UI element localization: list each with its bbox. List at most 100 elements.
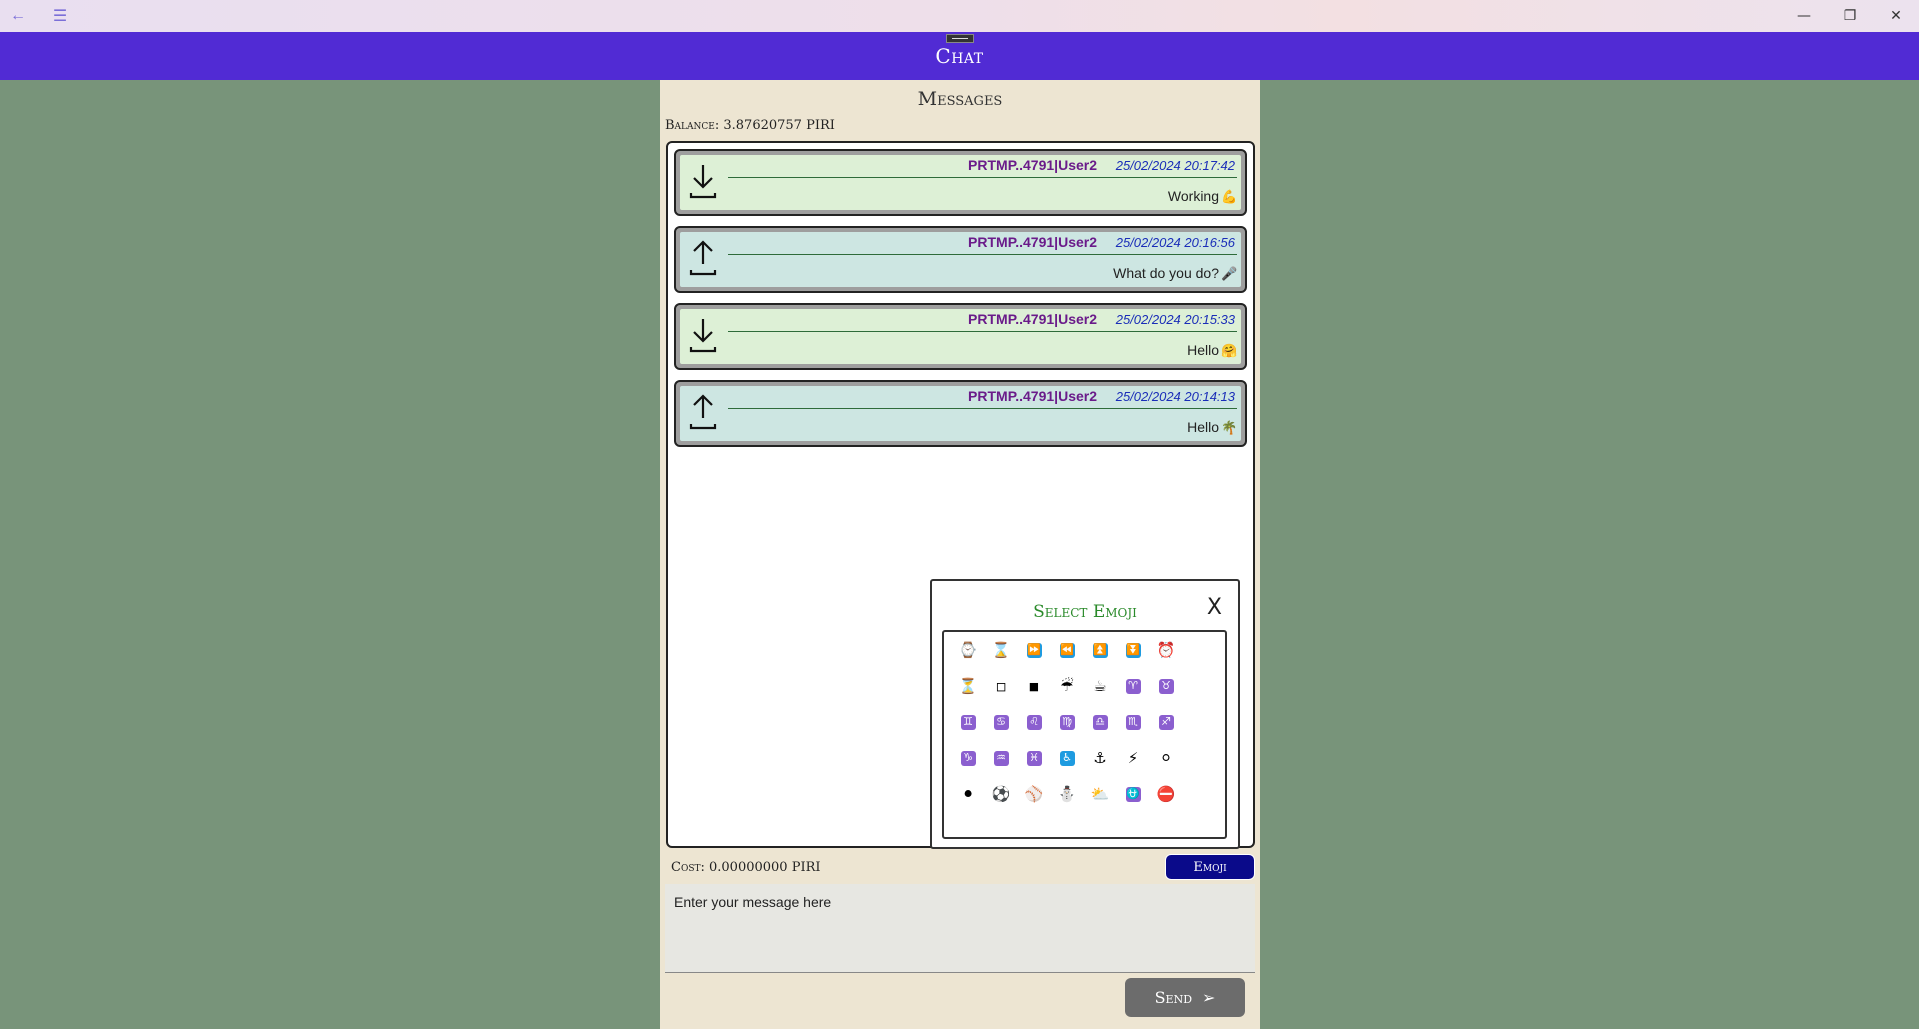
message-item: PRTMP..4791|User2 25/02/2024 20:14:13 He… <box>674 380 1247 447</box>
message-timestamp: 25/02/2024 20:15:33 <box>1115 312 1235 327</box>
emoji-option[interactable]: ♋ <box>988 709 1014 735</box>
emoji-option[interactable]: ♑ <box>955 745 981 771</box>
emoji-option[interactable]: ⏬ <box>1120 637 1146 663</box>
message-divider <box>728 408 1237 409</box>
message-item: PRTMP..4791|User2 25/02/2024 20:16:56 Wh… <box>674 226 1247 293</box>
message-input[interactable]: Enter your message here <box>665 884 1255 973</box>
message-emoji: 💪 <box>1221 189 1238 204</box>
message-text: What do you do? <box>1113 265 1219 281</box>
emoji-option[interactable]: ◽ <box>988 673 1014 699</box>
emoji-option[interactable]: ♍ <box>1054 709 1080 735</box>
emoji-option[interactable]: ⏫ <box>1087 637 1113 663</box>
emoji-option[interactable]: ⏪ <box>1054 637 1080 663</box>
emoji-glyph: ☕ <box>1093 678 1107 695</box>
message-timestamp: 25/02/2024 20:16:56 <box>1115 235 1235 250</box>
message-sender: PRTMP..4791|User2 <box>968 311 1097 327</box>
emoji-button[interactable]: Emoji <box>1165 854 1255 880</box>
message-divider <box>728 331 1237 332</box>
emoji-glyph: ♍ <box>1059 714 1075 730</box>
message-sender: PRTMP..4791|User2 <box>968 157 1097 173</box>
message-text: Hello <box>1187 342 1219 358</box>
emoji-picker-close-button[interactable]: X <box>1207 595 1222 620</box>
emoji-glyph: ⛄ <box>1057 786 1077 803</box>
emoji-option[interactable]: ⛔ <box>1153 781 1179 807</box>
emoji-option[interactable]: ⚡ <box>1120 745 1146 771</box>
emoji-glyph: ⏳ <box>958 678 978 695</box>
emoji-glyph: ♉ <box>1158 678 1174 694</box>
emoji-option[interactable]: ♏ <box>1120 709 1146 735</box>
minimize-button[interactable]: — <box>1781 0 1827 32</box>
message-emoji: 🎤 <box>1221 266 1238 281</box>
emoji-glyph: ♑ <box>960 750 976 766</box>
emoji-glyph: ♒ <box>993 750 1009 766</box>
emoji-option[interactable]: ♌ <box>1021 709 1047 735</box>
emoji-glyph: ⛅ <box>1090 786 1110 803</box>
emoji-glyph: ⌛ <box>991 642 1011 659</box>
message-sender: PRTMP..4791|User2 <box>968 234 1097 250</box>
emoji-glyph: ⛔ <box>1156 786 1176 803</box>
emoji-glyph: ⚡ <box>1127 750 1139 767</box>
emoji-option[interactable]: ♉ <box>1153 673 1179 699</box>
emoji-grid[interactable]: ⌚ ⌛ ⏩ ⏪ ⏫ ⏬ ⏰ ⏳ ◽ ◾ ☔ ☕ ♈ ♉ ♊ ♋ ♌ ♍ ♎ ♏ ♐ ♑ ♒ ♓ ♿ ⚓ ⚡ ⚪ ⚫ ⚽ ⚾ ⛄ ⛅ ⛎ ⛔ <box>942 630 1227 839</box>
message-timestamp: 25/02/2024 20:14:13 <box>1115 389 1235 404</box>
upload-icon <box>689 240 717 276</box>
emoji-option[interactable]: ☔ <box>1054 673 1080 699</box>
message-item: PRTMP..4791|User2 25/02/2024 20:15:33 He… <box>674 303 1247 370</box>
drag-handle-icon <box>946 34 974 43</box>
emoji-option[interactable]: ♎ <box>1087 709 1113 735</box>
emoji-option[interactable]: ⚓ <box>1087 745 1113 771</box>
cost-label: Cost: 0.00000000 PIRI <box>671 860 821 875</box>
emoji-glyph: ⏬ <box>1125 642 1141 658</box>
emoji-option[interactable]: ♓ <box>1021 745 1047 771</box>
emoji-glyph: ♿ <box>1059 750 1075 766</box>
emoji-option[interactable]: ♐ <box>1153 709 1179 735</box>
message-item: PRTMP..4791|User2 25/02/2024 20:17:42 Wo… <box>674 149 1247 216</box>
restore-button[interactable]: ❐ <box>1827 0 1873 32</box>
emoji-glyph: ♏ <box>1125 714 1141 730</box>
emoji-option[interactable]: ⚾ <box>1021 781 1047 807</box>
hamburger-menu-icon[interactable]: ☰ <box>46 4 74 28</box>
emoji-option[interactable]: ⌚ <box>955 637 981 663</box>
emoji-glyph: ♋ <box>993 714 1009 730</box>
emoji-option[interactable]: ⚽ <box>988 781 1014 807</box>
emoji-option[interactable]: ⏰ <box>1153 637 1179 663</box>
back-arrow-icon[interactable]: ← <box>4 4 32 28</box>
emoji-glyph: ⛎ <box>1125 786 1141 802</box>
send-button[interactable]: Send ➢ <box>1125 978 1245 1017</box>
emoji-glyph: ⏫ <box>1092 642 1108 658</box>
app-bar: Chat <box>0 32 1919 80</box>
emoji-option[interactable]: ◾ <box>1021 673 1047 699</box>
emoji-option[interactable]: ♈ <box>1120 673 1146 699</box>
close-window-button[interactable]: ✕ <box>1873 0 1919 32</box>
emoji-option[interactable]: ⛅ <box>1087 781 1113 807</box>
emoji-option[interactable]: ⏳ <box>955 673 981 699</box>
emoji-option[interactable]: ⏩ <box>1021 637 1047 663</box>
emoji-option[interactable]: ♊ <box>955 709 981 735</box>
emoji-option[interactable]: ⚫ <box>955 781 981 807</box>
emoji-option[interactable]: ⛎ <box>1120 781 1146 807</box>
emoji-option[interactable]: ♿ <box>1054 745 1080 771</box>
emoji-glyph: ⏪ <box>1059 642 1075 658</box>
send-arrow-icon: ➢ <box>1202 988 1216 1007</box>
emoji-glyph: ⌚ <box>958 642 978 659</box>
emoji-glyph: ♈ <box>1125 678 1141 694</box>
emoji-glyph: ☔ <box>1060 678 1074 695</box>
message-text: Working <box>1167 188 1219 204</box>
message-divider <box>728 177 1237 178</box>
chat-panel: Messages Balance: 3.87620757 PIRI PRTMP.… <box>660 80 1260 1029</box>
emoji-glyph: ♌ <box>1026 714 1042 730</box>
emoji-option[interactable]: ⌛ <box>988 637 1014 663</box>
messages-heading: Messages <box>917 88 1003 110</box>
upload-icon <box>689 394 717 430</box>
emoji-glyph: ♎ <box>1092 714 1108 730</box>
emoji-option[interactable]: ♒ <box>988 745 1014 771</box>
emoji-option[interactable]: ⚪ <box>1153 745 1179 771</box>
download-icon <box>689 319 717 353</box>
emoji-glyph: ◽ <box>995 678 1007 695</box>
emoji-glyph: ⚫ <box>961 786 975 803</box>
emoji-option[interactable]: ☕ <box>1087 673 1113 699</box>
send-label: Send <box>1154 988 1193 1007</box>
emoji-glyph: ♓ <box>1026 750 1042 766</box>
emoji-glyph: ⏰ <box>1156 642 1176 659</box>
emoji-option[interactable]: ⛄ <box>1054 781 1080 807</box>
